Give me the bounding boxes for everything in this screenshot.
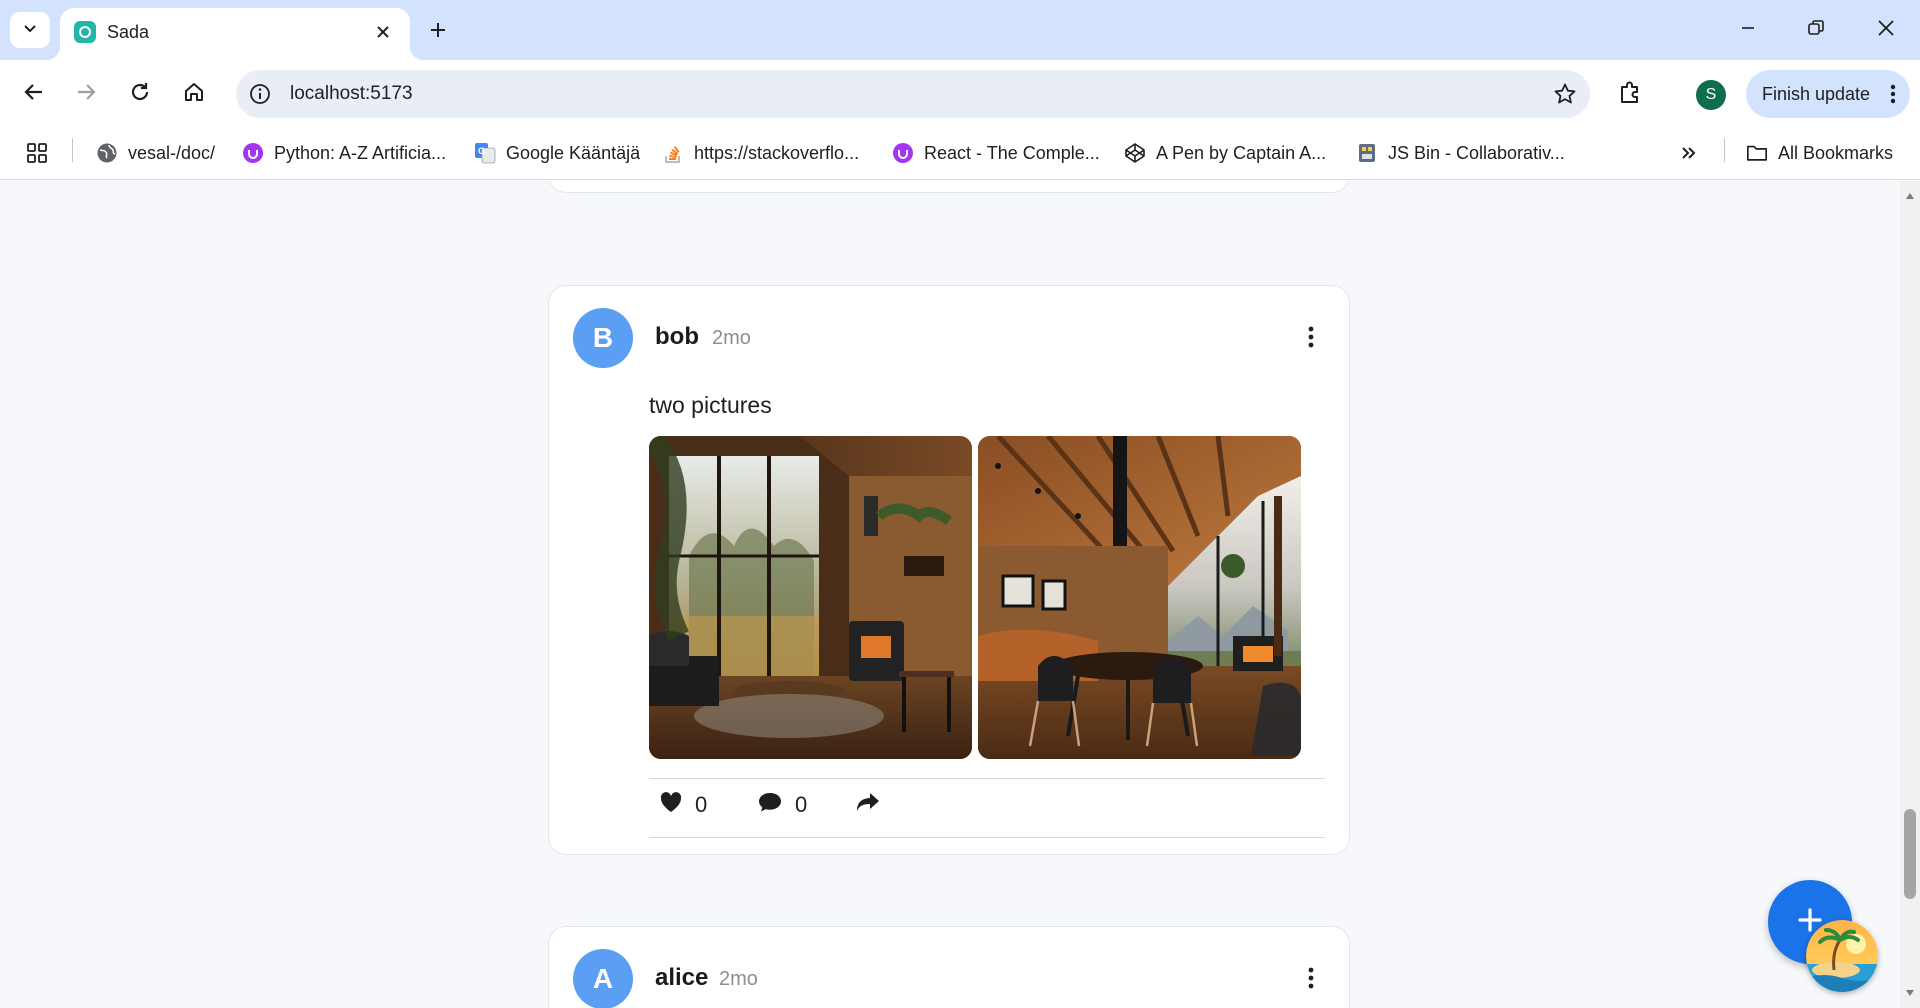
close-window-icon[interactable]: [1858, 6, 1914, 50]
udemy-icon: [242, 142, 264, 164]
post-actions-divider: [649, 778, 1325, 779]
post-card: A alice 2mo: [548, 926, 1350, 1008]
post-timestamp: 2mo: [719, 968, 758, 990]
bookmarks-bar: vesal-/doc/ Python: A-Z Artificia... G G…: [0, 128, 1920, 180]
post-card-previous: [548, 181, 1350, 193]
url-text[interactable]: localhost:5173: [290, 83, 413, 105]
share-arrow-icon: [855, 791, 881, 819]
reload-button[interactable]: [118, 72, 162, 116]
comment-count: 0: [795, 792, 808, 817]
home-icon: [183, 81, 205, 108]
restore-window-icon[interactable]: [1788, 6, 1844, 50]
address-bar[interactable]: localhost:5173: [236, 70, 1590, 118]
back-button[interactable]: [12, 72, 56, 116]
bookmark-label: Google Kääntäjä: [506, 142, 641, 163]
comment-button[interactable]: 0: [757, 791, 807, 819]
like-button[interactable]: 0: [659, 791, 707, 819]
heart-icon: [659, 791, 683, 819]
bookmark-label: React - The Comple...: [924, 142, 1100, 163]
bookmark-item[interactable]: React - The Comple...: [892, 136, 1100, 170]
scroll-up-arrow-icon[interactable]: [1905, 187, 1915, 205]
bookmark-item[interactable]: vesal-/doc/: [96, 136, 215, 170]
profile-avatar[interactable]: S: [1696, 80, 1726, 110]
bookmark-label: vesal-/doc/: [128, 142, 216, 163]
tab-close-icon[interactable]: [370, 19, 396, 45]
udemy-icon: [892, 142, 914, 164]
folder-icon: [1746, 142, 1768, 164]
post-options-button[interactable]: [1299, 323, 1323, 355]
tab-search-button[interactable]: [10, 12, 50, 48]
post-timestamp: 2mo: [712, 327, 751, 349]
active-tab[interactable]: Sada: [46, 8, 424, 60]
chevron-down-icon: [22, 20, 38, 41]
bookmark-label: A Pen by Captain A...: [1156, 142, 1327, 163]
avatar[interactable]: A: [573, 949, 633, 1008]
post-image[interactable]: [649, 436, 972, 759]
more-bookmarks-button[interactable]: [1678, 136, 1700, 170]
bookmark-label: JS Bin - Collaborativ...: [1388, 142, 1565, 163]
post-text: two pictures: [649, 392, 772, 418]
tab-strip: Sada: [0, 0, 1920, 60]
scrollbar-thumb[interactable]: [1904, 809, 1916, 899]
svg-text:G: G: [478, 146, 485, 156]
stackoverflow-icon: [662, 142, 684, 164]
finish-update-button[interactable]: Finish update: [1746, 70, 1910, 118]
bookmarks-divider: [72, 138, 73, 162]
arrow-right-icon: [75, 81, 97, 108]
forward-button[interactable]: [64, 72, 108, 116]
bookmark-star-icon[interactable]: [1552, 81, 1578, 107]
finish-update-label: Finish update: [1762, 83, 1871, 104]
bookmarks-divider: [1724, 138, 1725, 162]
bookmark-item[interactable]: JS Bin - Collaborativ...: [1356, 136, 1565, 170]
bookmark-item[interactable]: Python: A-Z Artificia...: [242, 136, 446, 170]
puzzle-piece-icon: [1617, 79, 1643, 110]
double-chevron-right-icon: [1678, 142, 1700, 164]
page-viewport: B bob 2mo two pictures 0 0 A alice 2mo: [0, 181, 1900, 1008]
kebab-menu-icon: [1308, 326, 1314, 353]
like-count: 0: [695, 792, 708, 817]
bookmark-label: Python: A-Z Artificia...: [274, 142, 447, 163]
post-image[interactable]: [978, 436, 1301, 759]
all-bookmarks-button[interactable]: All Bookmarks: [1746, 136, 1893, 170]
apps-grid-icon: [26, 142, 48, 164]
extensions-button[interactable]: [1608, 72, 1652, 116]
post-username[interactable]: alice: [655, 964, 708, 992]
jsbin-icon: [1356, 142, 1378, 164]
page-scrollbar[interactable]: [1900, 181, 1920, 1008]
bookmark-item[interactable]: https://stackoverflo...: [662, 136, 859, 170]
tab-title: Sada: [107, 22, 150, 42]
post-image-gallery: [649, 436, 1302, 759]
bookmark-item[interactable]: G Google Kääntäjä: [474, 136, 640, 170]
codepen-icon: [1124, 142, 1146, 164]
scroll-down-arrow-icon[interactable]: [1905, 984, 1915, 1002]
minimize-window-icon[interactable]: [1720, 6, 1776, 50]
post-actions-divider: [649, 837, 1325, 838]
arrow-left-icon: [23, 81, 45, 108]
kebab-menu-icon: [1890, 84, 1896, 109]
post-username[interactable]: bob: [655, 323, 699, 351]
post-card: B bob 2mo two pictures 0 0: [548, 285, 1350, 855]
new-tab-button[interactable]: [420, 12, 456, 48]
beach-island-badge-icon[interactable]: [1806, 920, 1878, 992]
bookmark-label: https://stackoverflo...: [694, 142, 860, 163]
apps-grid-button[interactable]: [26, 136, 48, 170]
reload-icon: [129, 81, 151, 108]
browser-toolbar: localhost:5173 S Finish update: [0, 60, 1920, 128]
bookmark-item[interactable]: A Pen by Captain A...: [1124, 136, 1326, 170]
site-info-icon[interactable]: [248, 82, 272, 106]
post-options-button[interactable]: [1299, 964, 1323, 996]
avatar[interactable]: B: [573, 308, 633, 368]
home-button[interactable]: [172, 72, 216, 116]
google-translate-icon: G: [474, 142, 496, 164]
share-button[interactable]: [855, 791, 881, 819]
all-bookmarks-label: All Bookmarks: [1778, 142, 1894, 163]
globe-icon: [96, 142, 118, 164]
speech-bubble-icon: [757, 791, 783, 819]
sada-favicon-icon: [74, 21, 96, 43]
kebab-menu-icon: [1308, 967, 1314, 994]
